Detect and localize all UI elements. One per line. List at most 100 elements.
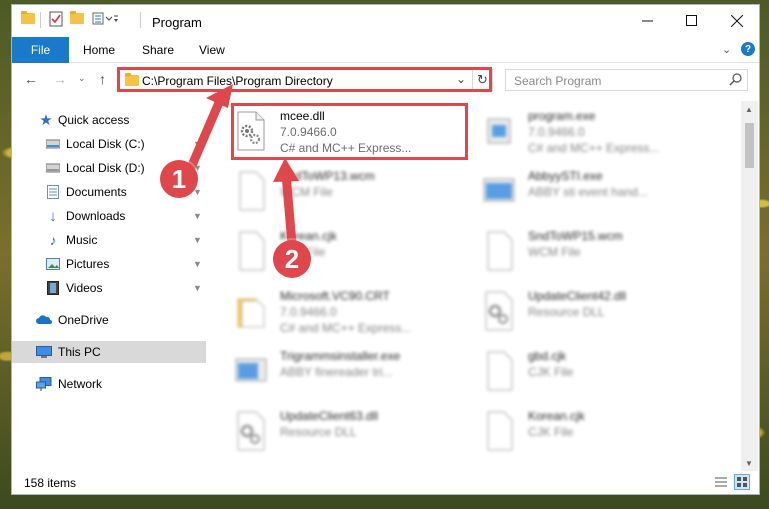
scrollbar-thumb[interactable]	[745, 123, 754, 168]
file-description: C# and MC++ Express...	[528, 141, 660, 155]
window-title: Program	[152, 15, 202, 30]
file-tile[interactable]: Korean.cjk CJK File	[466, 405, 706, 461]
file-version: 7.0.9466.0	[280, 305, 337, 319]
file-tile[interactable]: gbd.cjk CJK File	[466, 345, 706, 401]
file-name: AbbyySTI.exe	[528, 169, 603, 183]
up-arrow-icon[interactable]: ↑	[99, 71, 106, 87]
folder-icon	[21, 11, 35, 24]
blank-file-icon	[234, 171, 268, 211]
file-name: SndToWP13.wcm	[280, 169, 375, 183]
film-icon	[45, 280, 61, 296]
maximize-button[interactable]	[668, 5, 714, 36]
forward-arrow-icon[interactable]: →	[53, 71, 67, 87]
customize-quick-access-icon[interactable]	[92, 12, 118, 26]
sidebar-item-this-pc[interactable]: This PC	[12, 341, 206, 363]
search-box[interactable]: Search Program	[505, 69, 748, 91]
divider	[140, 12, 141, 28]
file-highlight	[231, 103, 468, 160]
file-type: Resource DLL	[528, 305, 605, 319]
file-type: CJK File	[528, 425, 574, 439]
exe-window-icon	[234, 351, 268, 391]
pictures-icon	[45, 256, 61, 272]
file-type: CJK File	[528, 365, 574, 379]
file-description: C# and MC++ Express...	[280, 321, 412, 335]
file-tile[interactable]: UpdateClient42.dll Resource DLL	[466, 285, 706, 341]
pin-icon[interactable]: ▼	[193, 235, 202, 245]
tab-file[interactable]: File	[12, 37, 69, 63]
close-button[interactable]	[714, 5, 759, 36]
file-type: ABBY finereader tri...	[280, 365, 393, 379]
folder-icon	[234, 291, 268, 331]
file-type: WCM File	[280, 185, 333, 199]
file-name: Trigrammsinstaller.exe	[280, 349, 401, 363]
properties-icon[interactable]	[49, 11, 63, 27]
search-input[interactable]: Search Program	[514, 74, 601, 88]
back-arrow-icon[interactable]: ←	[24, 71, 38, 87]
step-badge-2: 2	[273, 240, 311, 278]
search-icon[interactable]	[729, 72, 743, 89]
sidebar-item-downloads[interactable]: ↓ Downloads ▼	[12, 205, 206, 227]
help-icon[interactable]: ?	[741, 42, 755, 56]
dll-gear-icon	[234, 411, 268, 451]
large-icons-view-icon[interactable]	[734, 474, 750, 490]
file-name: UpdateClient42.dll	[528, 289, 627, 303]
sidebar-item-videos[interactable]: Videos ▼	[12, 277, 206, 299]
file-name: UpdateClient63.dll	[280, 409, 379, 423]
file-tile[interactable]: AbbyySTI.exe ABBY sti event hand...	[466, 165, 706, 221]
tab-home[interactable]: Home	[83, 43, 115, 57]
dll-gear-icon	[482, 291, 516, 331]
chevron-down-icon[interactable]: ⌄	[722, 43, 731, 56]
file-tile-program-exe[interactable]: program.exe 7.0.9466.0 C# and MC++ Expre…	[466, 105, 706, 161]
file-tile[interactable]: Korean.cjk CJK File	[218, 225, 458, 281]
item-count: 158 items	[24, 476, 77, 490]
file-version: 7.0.9466.0	[528, 125, 585, 139]
scroll-down-icon[interactable]: ▼	[745, 459, 753, 468]
network-icon	[36, 376, 52, 392]
file-tile[interactable]: SndToWP13.wcm WCM File	[218, 165, 458, 221]
pin-icon[interactable]: ▼	[193, 211, 202, 221]
address-bar-highlight	[117, 67, 492, 92]
drive-icon	[45, 136, 61, 152]
recent-locations-chevron-icon[interactable]: ⌄	[78, 73, 86, 84]
cloud-icon	[36, 312, 52, 328]
computer-icon	[36, 344, 52, 360]
file-tile[interactable]: Microsoft.VC90.CRT 7.0.9466.0 C# and MC+…	[218, 285, 458, 341]
new-folder-icon[interactable]	[70, 11, 84, 24]
documents-icon	[45, 184, 61, 200]
tab-view[interactable]: View	[199, 43, 225, 57]
explorer-window: Program File Home Share View ⌄ ? ← → ⌄ ↑…	[11, 4, 760, 495]
file-tile[interactable]: Trigrammsinstaller.exe ABBY finereader t…	[218, 345, 458, 401]
vertical-scrollbar[interactable]: ▲ ▼	[741, 101, 758, 471]
file-type: WCM File	[528, 245, 581, 259]
file-name: program.exe	[528, 109, 596, 123]
sidebar-item-music[interactable]: ♪ Music ▼	[12, 229, 206, 251]
divider	[40, 12, 41, 28]
sidebar-item-pictures[interactable]: Pictures ▼	[12, 253, 206, 275]
sidebar-item-network[interactable]: Network	[12, 373, 206, 395]
download-arrow-icon: ↓	[49, 207, 57, 225]
blank-file-icon	[482, 231, 516, 271]
details-view-icon[interactable]	[714, 475, 728, 492]
file-name: gbd.cjk	[528, 349, 567, 363]
file-name: Korean.cjk	[528, 409, 585, 423]
sidebar-item-onedrive[interactable]: OneDrive	[12, 309, 206, 331]
file-tile[interactable]: SndToWP15.wcm WCM File	[466, 225, 706, 281]
tab-share[interactable]: Share	[142, 43, 174, 57]
pin-icon[interactable]: ▼	[193, 283, 202, 293]
pin-icon[interactable]: ▼	[193, 139, 202, 149]
blank-file-icon	[482, 351, 516, 391]
drive-icon	[45, 160, 61, 176]
navigation-pane: ★ Quick access Local Disk (C:) ▼ Local D…	[12, 101, 206, 471]
sidebar-item-quick-access[interactable]: ★ Quick access	[12, 109, 206, 131]
sidebar-item-local-disk-c[interactable]: Local Disk (C:) ▼	[12, 133, 206, 155]
exe-window-icon	[482, 171, 516, 211]
blank-file-icon	[482, 411, 516, 451]
pin-icon[interactable]: ▼	[193, 259, 202, 269]
file-type: Resource DLL	[280, 425, 357, 439]
music-note-icon: ♪	[49, 232, 57, 248]
file-tile[interactable]: UpdateClient63.dll Resource DLL	[218, 405, 458, 461]
title-bar: Program	[12, 5, 759, 36]
status-bar: 158 items	[12, 471, 759, 494]
scroll-up-icon[interactable]: ▲	[745, 105, 753, 114]
minimize-button[interactable]	[624, 5, 670, 36]
